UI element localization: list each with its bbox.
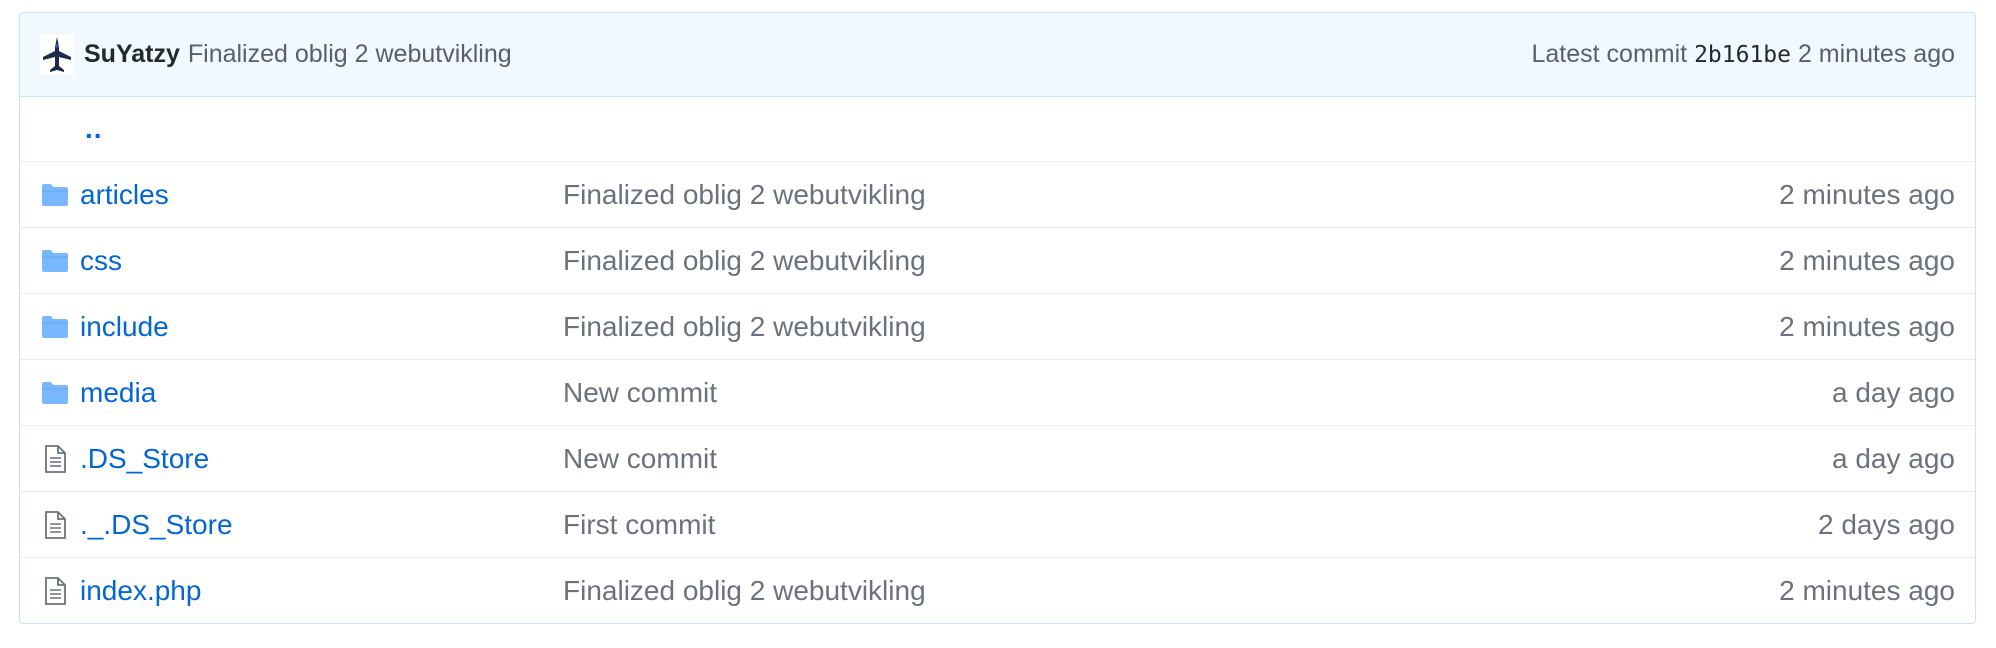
parent-directory-link[interactable]: .. <box>85 113 103 145</box>
file-commit-age: 2 days ago <box>1818 508 1955 540</box>
parent-directory-row[interactable]: .. <box>20 97 1975 161</box>
file-commit-age: 2 minutes ago <box>1779 310 1955 342</box>
file-browser: SuYatzy Finalized oblig 2 webutvikling L… <box>19 12 1976 624</box>
file-commit-message-link[interactable]: Finalized oblig 2 webutvikling <box>563 245 1779 277</box>
folder-row: css Finalized oblig 2 webutvikling 2 min… <box>20 227 1975 293</box>
file-commit-message-link[interactable]: Finalized oblig 2 webutvikling <box>563 311 1779 343</box>
file-icon <box>40 444 70 473</box>
file-icon <box>40 576 70 605</box>
file-name-link[interactable]: media <box>80 377 563 409</box>
file-icon <box>40 510 70 539</box>
file-commit-message-link[interactable]: Finalized oblig 2 webutvikling <box>563 179 1779 211</box>
file-name-link[interactable]: include <box>80 311 563 343</box>
file-list: .. articles Finalized oblig 2 webutvikli… <box>20 97 1975 623</box>
file-commit-message-link[interactable]: New commit <box>563 443 1832 475</box>
file-name-link[interactable]: articles <box>80 179 563 211</box>
folder-row: include Finalized oblig 2 webutvikling 2… <box>20 293 1975 359</box>
file-row: index.php Finalized oblig 2 webutvikling… <box>20 557 1975 623</box>
commit-sha-link[interactable]: 2b161be <box>1694 42 1791 68</box>
file-row: .DS_Store New commit a day ago <box>20 425 1975 491</box>
latest-commit-label: Latest commit <box>1531 40 1688 68</box>
file-commit-message-link[interactable]: First commit <box>563 509 1818 541</box>
file-commit-age: 2 minutes ago <box>1779 574 1955 606</box>
file-name-link[interactable]: index.php <box>80 575 563 607</box>
latest-commit-info: Latest commit 2b161be 2 minutes ago <box>1532 40 1956 69</box>
file-commit-age: 2 minutes ago <box>1779 178 1955 210</box>
commit-message-link[interactable]: Finalized oblig 2 webutvikling <box>188 40 512 69</box>
file-commit-age: a day ago <box>1832 376 1955 408</box>
folder-icon <box>40 249 70 273</box>
file-commit-age: a day ago <box>1832 442 1955 474</box>
folder-icon <box>40 183 70 207</box>
folder-row: articles Finalized oblig 2 webutvikling … <box>20 161 1975 227</box>
file-commit-message-link[interactable]: New commit <box>563 377 1832 409</box>
file-row: ._.DS_Store First commit 2 days ago <box>20 491 1975 557</box>
file-name-link[interactable]: css <box>80 245 563 277</box>
latest-commit-bar: SuYatzy Finalized oblig 2 webutvikling L… <box>20 13 1975 97</box>
file-commit-age: 2 minutes ago <box>1779 244 1955 276</box>
folder-icon <box>40 381 70 405</box>
folder-row: media New commit a day ago <box>20 359 1975 425</box>
folder-icon <box>40 315 70 339</box>
file-commit-message-link[interactable]: Finalized oblig 2 webutvikling <box>563 575 1779 607</box>
file-name-link[interactable]: ._.DS_Store <box>80 509 563 541</box>
file-name-link[interactable]: .DS_Store <box>80 443 563 475</box>
fighter-jet-avatar-icon[interactable] <box>40 34 74 75</box>
commit-author-link[interactable]: SuYatzy <box>84 40 180 69</box>
commit-age: 2 minutes ago <box>1797 40 1955 68</box>
